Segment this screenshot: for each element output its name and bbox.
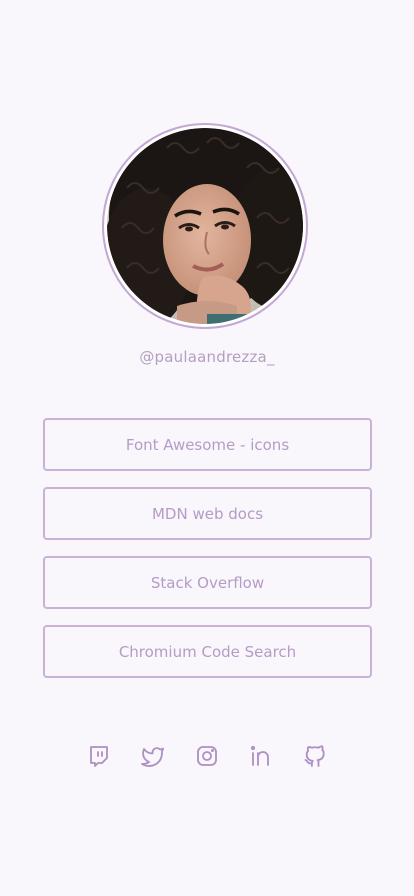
github-link[interactable] [303, 743, 327, 769]
link-button-stack-overflow[interactable]: Stack Overflow [43, 556, 372, 609]
github-icon [304, 745, 325, 767]
profile-photo [107, 128, 303, 324]
link-button-mdn[interactable]: MDN web docs [43, 487, 372, 540]
social-links [0, 743, 414, 769]
avatar [102, 123, 308, 329]
links-list: Font Awesome - icons MDN web docs Stack … [43, 418, 372, 694]
linkedin-link[interactable] [249, 743, 273, 769]
linktree-page: @paulaandrezza_ Font Awesome - icons MDN… [0, 0, 414, 896]
profile-handle: @paulaandrezza_ [139, 348, 275, 366]
instagram-link[interactable] [195, 743, 219, 769]
twitch-link[interactable] [87, 743, 111, 769]
twitch-icon [90, 746, 108, 767]
linkedin-icon [250, 745, 269, 766]
link-button-chromium-code-search[interactable]: Chromium Code Search [43, 625, 372, 678]
twitter-link[interactable] [141, 743, 165, 769]
twitter-icon [141, 747, 164, 767]
instagram-icon [197, 746, 217, 766]
link-button-font-awesome[interactable]: Font Awesome - icons [43, 418, 372, 471]
